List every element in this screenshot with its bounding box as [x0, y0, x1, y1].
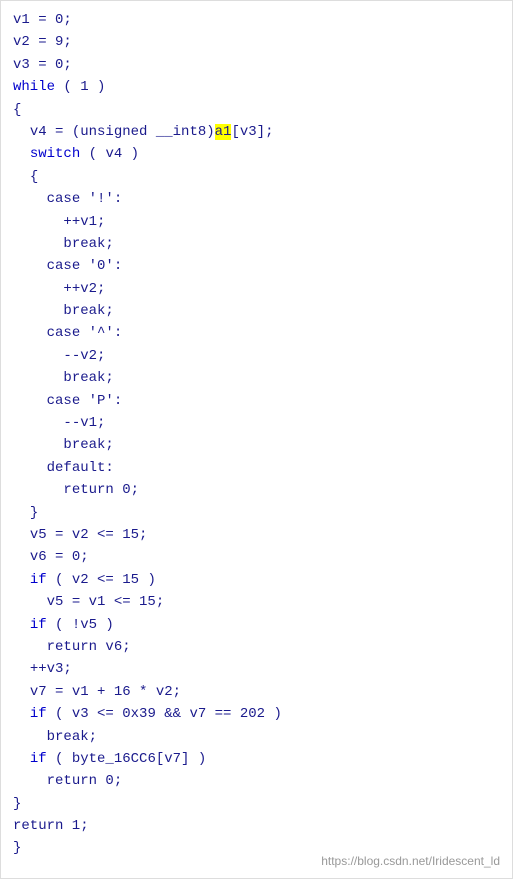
code-line: return v6;	[1, 636, 512, 658]
code-line: return 1;	[1, 815, 512, 837]
code-line: v5 = v1 <= 15;	[1, 591, 512, 613]
code-line: default:	[1, 457, 512, 479]
code-line: case '!':	[1, 188, 512, 210]
code-line: case '^':	[1, 322, 512, 344]
code-line: ++v1;	[1, 211, 512, 233]
code-line: }	[1, 502, 512, 524]
code-line: ++v2;	[1, 278, 512, 300]
code-line: case 'P':	[1, 390, 512, 412]
code-line: return 0;	[1, 479, 512, 501]
highlighted-var: a1	[215, 124, 232, 140]
code-line: v6 = 0;	[1, 546, 512, 568]
code-line: return 0;	[1, 770, 512, 792]
code-line: {	[1, 166, 512, 188]
code-line: break;	[1, 300, 512, 322]
code-line: while ( 1 )	[1, 76, 512, 98]
code-line: }	[1, 793, 512, 815]
code-line: v2 = 9;	[1, 31, 512, 53]
watermark: https://blog.csdn.net/Iridescent_ld	[321, 854, 500, 868]
code-line: if ( v2 <= 15 )	[1, 569, 512, 591]
keyword: while	[13, 79, 55, 95]
keyword: if	[30, 572, 47, 588]
code-line: if ( v3 <= 0x39 && v7 == 202 )	[1, 703, 512, 725]
code-line: --v2;	[1, 345, 512, 367]
code-line: break;	[1, 726, 512, 748]
code-line: v5 = v2 <= 15;	[1, 524, 512, 546]
code-line: v1 = 0;	[1, 9, 512, 31]
code-block: v1 = 0;v2 = 9;v3 = 0;while ( 1 ){ v4 = (…	[1, 9, 512, 860]
code-line: v4 = (unsigned __int8)a1[v3];	[1, 121, 512, 143]
code-line: --v1;	[1, 412, 512, 434]
code-line: if ( !v5 )	[1, 614, 512, 636]
code-line: if ( byte_16CC6[v7] )	[1, 748, 512, 770]
code-line: case '0':	[1, 255, 512, 277]
code-line: v3 = 0;	[1, 54, 512, 76]
keyword: if	[30, 617, 47, 633]
code-line: v7 = v1 + 16 * v2;	[1, 681, 512, 703]
code-line: break;	[1, 367, 512, 389]
code-line: break;	[1, 233, 512, 255]
code-line: switch ( v4 )	[1, 143, 512, 165]
code-line: break;	[1, 434, 512, 456]
keyword: if	[30, 751, 47, 767]
keyword: switch	[30, 146, 80, 162]
code-line: ++v3;	[1, 658, 512, 680]
keyword: if	[30, 706, 47, 722]
code-container: v1 = 0;v2 = 9;v3 = 0;while ( 1 ){ v4 = (…	[0, 0, 513, 879]
code-line: {	[1, 99, 512, 121]
